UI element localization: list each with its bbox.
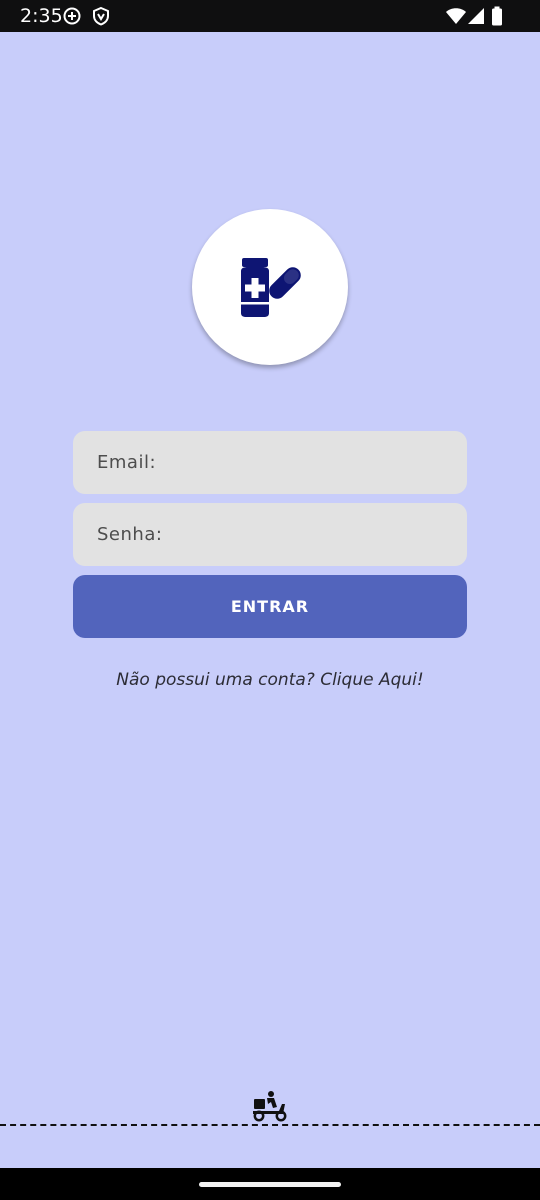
status-time: 2:35 (20, 5, 63, 27)
wifi-icon (446, 8, 466, 24)
email-field[interactable] (73, 431, 467, 494)
battery-icon (492, 6, 502, 26)
add-circle-icon (63, 7, 81, 25)
login-button[interactable]: ENTRAR (73, 575, 467, 638)
signup-link[interactable]: Não possui uma conta? Clique Aqui! (0, 670, 540, 690)
medicine-bottle-pill-icon (241, 258, 301, 317)
password-field[interactable] (73, 503, 467, 566)
signal-icon (468, 8, 484, 24)
delivery-scooter-icon (253, 1091, 287, 1122)
navigation-bar (0, 1168, 540, 1200)
status-bar: 2:35 (0, 0, 540, 32)
login-screen: 2:35 Email: ENTRAR Não possui uma conta?… (0, 0, 540, 1200)
shield-icon (93, 6, 109, 26)
home-indicator[interactable] (199, 1182, 341, 1187)
dashed-road-line (0, 1124, 540, 1126)
app-logo (192, 209, 348, 365)
